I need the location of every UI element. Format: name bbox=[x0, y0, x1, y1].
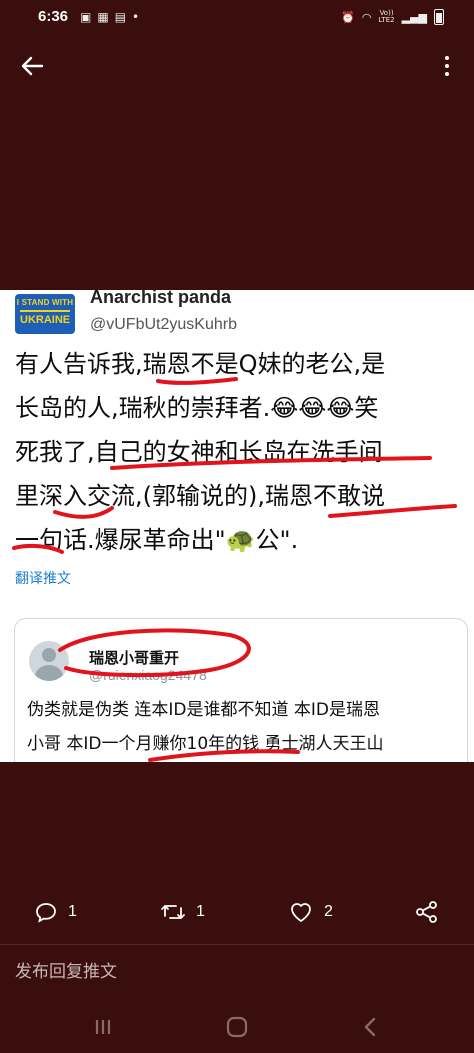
reply-button[interactable]: 1 bbox=[34, 896, 77, 928]
signal-icon: ▂▄▆ bbox=[401, 10, 427, 24]
calendar-icon: ▤ bbox=[114, 10, 133, 24]
tweet-action-bar: 1 1 2 bbox=[0, 896, 474, 930]
retweet-button[interactable]: 1 bbox=[160, 896, 205, 928]
image-icon: ▣ bbox=[80, 10, 98, 24]
tweet-screenshot-image[interactable]: I STAND WITH UKRAINE Anarchist panda @vU… bbox=[0, 290, 474, 762]
more-options-button[interactable] bbox=[438, 52, 456, 82]
alarm-icon: ⏰ bbox=[341, 10, 355, 24]
like-count: 2 bbox=[324, 903, 333, 920]
tweet-body: 有人告诉我,瑞恩不是Q妹的老公,是 长岛的人,瑞秋的崇拜者.😂😂😂笑 死我了,自… bbox=[15, 342, 467, 562]
author-name: Anarchist panda bbox=[90, 290, 232, 307]
reply-count: 1 bbox=[68, 903, 77, 920]
system-nav-bar bbox=[0, 1000, 474, 1053]
chevron-left-icon bbox=[364, 1017, 376, 1037]
share-icon bbox=[416, 901, 437, 923]
quoted-line: 伪类就是伪类 连本ID是谁都不知道 本ID是瑞恩 bbox=[27, 700, 381, 720]
avatar bbox=[29, 641, 69, 681]
quoted-author-name: 瑞恩小哥重开 bbox=[89, 649, 180, 667]
quoted-tweet-body: 伪类就是伪类 连本ID是谁都不知道 本ID是瑞恩 小哥 本ID一个月赚你10年的… bbox=[27, 693, 467, 761]
like-icon bbox=[291, 903, 311, 922]
status-left-icons: ▣▦▤• bbox=[80, 10, 145, 24]
tweet-line: 长岛的人,瑞秋的崇拜者.😂😂😂笑 bbox=[15, 394, 379, 422]
tweet-line: 有人告诉我,瑞恩不是Q妹的老公,是 bbox=[15, 350, 386, 378]
tweet-line: 里深入交流,(郭输说的),瑞恩不敢说 bbox=[15, 482, 385, 510]
network-indicator: Vo)) LTE2 bbox=[378, 9, 395, 24]
quoted-author-handle: @ruienxiaog24478 bbox=[89, 667, 207, 683]
tweet-line: 一句话.爆尿革命出"🐢公". bbox=[15, 526, 299, 554]
quoted-line: 小哥 本ID一个月赚你10年的钱 勇士湖人天王山 bbox=[27, 734, 384, 754]
home-icon bbox=[226, 1016, 248, 1038]
gallery-icon: ▦ bbox=[97, 10, 115, 24]
share-button[interactable] bbox=[414, 896, 440, 928]
recent-apps-button[interactable] bbox=[88, 1012, 118, 1042]
dot-icon: • bbox=[132, 10, 146, 24]
reply-input-placeholder[interactable]: 发布回复推文 bbox=[15, 957, 117, 982]
arrow-left-icon bbox=[21, 56, 44, 76]
retweet-icon bbox=[161, 905, 185, 919]
recent-apps-icon bbox=[95, 1020, 111, 1034]
retweet-count: 1 bbox=[196, 903, 205, 920]
translate-tweet-link[interactable]: 翻译推文 bbox=[15, 568, 71, 588]
ukraine-badge: I STAND WITH UKRAINE bbox=[15, 294, 75, 334]
system-back-button[interactable] bbox=[356, 1012, 386, 1042]
tweet-line: 死我了,自己的女神和长岛在洗手间 bbox=[15, 438, 383, 466]
battery-icon bbox=[434, 9, 444, 25]
home-button[interactable] bbox=[222, 1012, 252, 1042]
quoted-tweet-card[interactable]: 瑞恩小哥重开 @ruienxiaog24478 伪类就是伪类 连本ID是谁都不知… bbox=[14, 618, 468, 762]
more-vertical-icon bbox=[445, 56, 449, 60]
reply-icon bbox=[36, 903, 56, 923]
status-time: 6:36 bbox=[38, 8, 69, 25]
status-bar: 6:36 ▣▦▤• ⏰ ◠ Vo)) LTE2 ▂▄▆ bbox=[0, 0, 474, 34]
reply-composer[interactable]: 发布回复推文 bbox=[0, 944, 474, 995]
status-right-icons: ⏰ ◠ Vo)) LTE2 ▂▄▆ bbox=[341, 9, 444, 25]
like-button[interactable]: 2 bbox=[288, 896, 333, 928]
wifi-icon: ◠ bbox=[361, 10, 372, 24]
back-button[interactable] bbox=[18, 52, 48, 82]
author-handle: @vUFbUt2yusKuhrb bbox=[90, 316, 237, 333]
